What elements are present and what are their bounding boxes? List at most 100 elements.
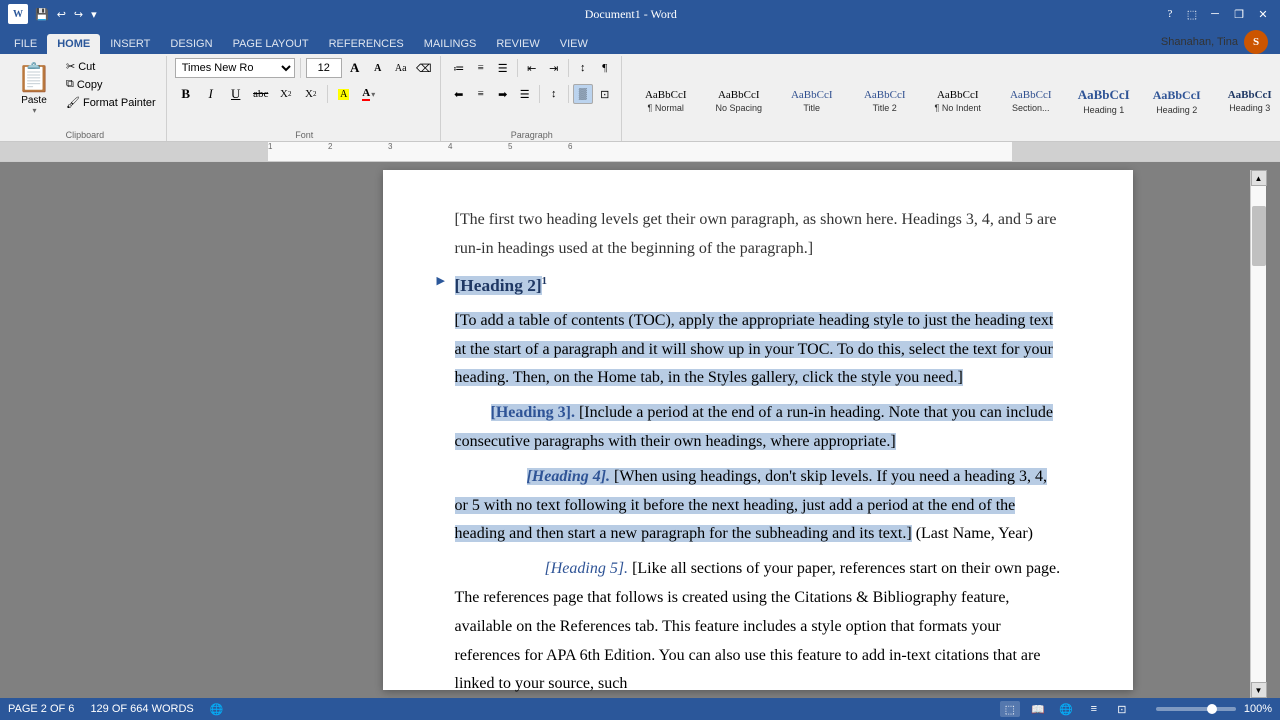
restore-button[interactable]: ❐ — [1230, 5, 1248, 23]
close-button[interactable]: ✕ — [1254, 5, 1272, 23]
paste-dropdown[interactable]: ▾ — [32, 106, 36, 115]
style-title[interactable]: AaBbCcI Title — [776, 71, 848, 131]
help-button[interactable]: ? — [1162, 6, 1178, 22]
multilevel-list-button[interactable]: ☰ — [493, 58, 513, 78]
outline-view-button[interactable]: ≡ — [1084, 701, 1104, 717]
font-group: Times New Ro A A Aa ⌫ B I U abc X2 X2 A — [169, 56, 441, 141]
intro-paragraph: [The first two heading levels get their … — [455, 206, 1061, 264]
bullets-button[interactable]: ≔ — [449, 58, 469, 78]
style-heading3[interactable]: AaBbCcI Heading 3 — [1214, 71, 1280, 131]
style-title2[interactable]: AaBbCcI Title 2 — [849, 71, 921, 131]
line-spacing-button[interactable]: ↕ — [544, 84, 564, 104]
font-color-dropdown[interactable]: ▾ — [371, 90, 375, 99]
center-button[interactable]: ≡ — [471, 84, 491, 104]
style-no-spacing[interactable]: AaBbCcI No Spacing — [703, 71, 775, 131]
tab-page-layout[interactable]: PAGE LAYOUT — [223, 34, 319, 54]
increase-indent-button[interactable]: ⇥ — [544, 58, 564, 78]
scroll-down-button[interactable]: ▼ — [1251, 682, 1267, 698]
style-h1-preview: AaBbCcI — [1078, 87, 1130, 103]
web-layout-button[interactable]: 🌐 — [1056, 701, 1076, 717]
style-section[interactable]: AaBbCcI Section... — [995, 71, 1067, 131]
paste-label: Paste — [21, 95, 47, 106]
paste-button[interactable]: 📋 Paste ▾ — [10, 58, 58, 118]
print-layout-view-button[interactable]: ⬚ — [1000, 701, 1020, 717]
style-normal[interactable]: AaBbCcI ¶ Normal — [630, 71, 702, 131]
clear-formatting-button[interactable]: ⌫ — [414, 58, 434, 78]
undo-button[interactable]: ↩ — [54, 7, 69, 22]
heading2: [Heading 2]1 — [455, 270, 1061, 301]
para-sep3 — [539, 85, 540, 103]
style-h2-label: Heading 2 — [1156, 105, 1197, 115]
format-painter-button[interactable]: 🖌 Format Painter — [62, 94, 160, 111]
tab-home[interactable]: HOME — [47, 34, 100, 54]
zoom-slider[interactable] — [1156, 707, 1236, 711]
decrease-indent-button[interactable]: ⇤ — [522, 58, 542, 78]
save-button[interactable]: 💾 — [32, 7, 52, 22]
font-color-icon: A — [362, 87, 370, 101]
clipboard-controls: 📋 Paste ▾ ✂ Cut ⧉ Copy 🖌 Format Painter — [10, 58, 160, 128]
borders-button[interactable]: ⊡ — [595, 84, 615, 104]
status-right: ⬚ 📖 🌐 ≡ ⊡ 100% — [1000, 701, 1272, 717]
tab-review[interactable]: REVIEW — [486, 34, 549, 54]
tab-references[interactable]: REFERENCES — [319, 34, 414, 54]
right-panel: ▲ ▼ — [1250, 162, 1280, 698]
heading5-indent: [Heading 5]. [Like all sections of your … — [455, 560, 1061, 692]
tab-file[interactable]: FILE — [4, 34, 47, 54]
heading2-superscript: 1 — [542, 276, 547, 287]
user-area: Shanahan, Tina S — [1153, 30, 1276, 54]
fold-indicator[interactable]: ▶ — [437, 272, 445, 292]
font-group-label: Font — [175, 128, 434, 141]
tab-mailings[interactable]: MAILINGS — [414, 34, 487, 54]
underline-button[interactable]: U — [225, 84, 247, 104]
font-name-select[interactable]: Times New Ro — [175, 58, 295, 78]
shading-button[interactable]: ▒ — [573, 84, 593, 104]
show-hide-button[interactable]: ¶ — [595, 58, 615, 78]
subscript-button[interactable]: X2 — [275, 84, 297, 104]
italic-button[interactable]: I — [200, 84, 222, 104]
styles-gallery: AaBbCcI ¶ Normal AaBbCcI No Spacing AaBb… — [630, 71, 1280, 131]
clipboard-small-buttons: ✂ Cut ⧉ Copy 🖌 Format Painter — [62, 58, 160, 111]
sort-button[interactable]: ↕ — [573, 58, 593, 78]
change-case-button[interactable]: Aa — [391, 58, 411, 78]
numbering-button[interactable]: ≡ — [471, 58, 491, 78]
style-title2-label: Title 2 — [873, 103, 897, 113]
style-nospacing-preview: AaBbCcI — [718, 89, 760, 101]
justify-button[interactable]: ☰ — [515, 84, 535, 104]
scroll-track[interactable] — [1251, 186, 1266, 682]
text-highlight-button[interactable]: A — [333, 84, 355, 104]
cut-button[interactable]: ✂ Cut — [62, 58, 160, 75]
para-sep4 — [568, 85, 569, 103]
minimize-button[interactable]: ─ — [1206, 5, 1224, 23]
ribbon: 📋 Paste ▾ ✂ Cut ⧉ Copy 🖌 Format Painter — [0, 54, 1280, 142]
font-color-button[interactable]: A ▾ — [358, 84, 380, 104]
title-bar-left: W 💾 ↩ ↪ ▾ — [8, 4, 100, 24]
ribbon-display[interactable]: ⬚ — [1184, 6, 1200, 22]
read-mode-button[interactable]: 📖 — [1028, 701, 1048, 717]
ruler: 1 2 3 4 5 6 — [0, 142, 1280, 162]
heading5-body: [Like all sections of your paper, refere… — [455, 560, 1061, 692]
style-heading1[interactable]: AaBbCcI Heading 1 — [1068, 71, 1140, 131]
scroll-up-button[interactable]: ▲ — [1251, 170, 1267, 186]
zoom-thumb[interactable] — [1207, 704, 1217, 714]
tab-view[interactable]: VIEW — [550, 34, 598, 54]
font-size-input[interactable] — [306, 58, 342, 78]
copy-button[interactable]: ⧉ Copy — [62, 76, 160, 93]
superscript-button[interactable]: X2 — [300, 84, 322, 104]
tab-design[interactable]: DESIGN — [160, 34, 222, 54]
style-heading2[interactable]: AaBbCcI Heading 2 — [1141, 71, 1213, 131]
document[interactable]: [The first two heading levels get their … — [383, 170, 1133, 690]
scroll-thumb[interactable] — [1252, 206, 1266, 266]
bold-button[interactable]: B — [175, 84, 197, 104]
draft-view-button[interactable]: ⊡ — [1112, 701, 1132, 717]
align-right-button[interactable]: ➡ — [493, 84, 513, 104]
style-noindent-label: ¶ No Indent — [935, 103, 981, 113]
style-no-indent[interactable]: AaBbCcI ¶ No Indent — [922, 71, 994, 131]
increase-font-size-button[interactable]: A — [345, 58, 365, 78]
customize-quick-access[interactable]: ▾ — [88, 7, 100, 22]
tab-insert[interactable]: INSERT — [100, 34, 160, 54]
decrease-font-size-button[interactable]: A — [368, 58, 388, 78]
heading5-paragraph: [Heading 5]. [Like all sections of your … — [455, 555, 1061, 698]
align-left-button[interactable]: ⬅ — [449, 84, 469, 104]
redo-button[interactable]: ↪ — [71, 7, 86, 22]
strikethrough-button[interactable]: abc — [250, 84, 272, 104]
